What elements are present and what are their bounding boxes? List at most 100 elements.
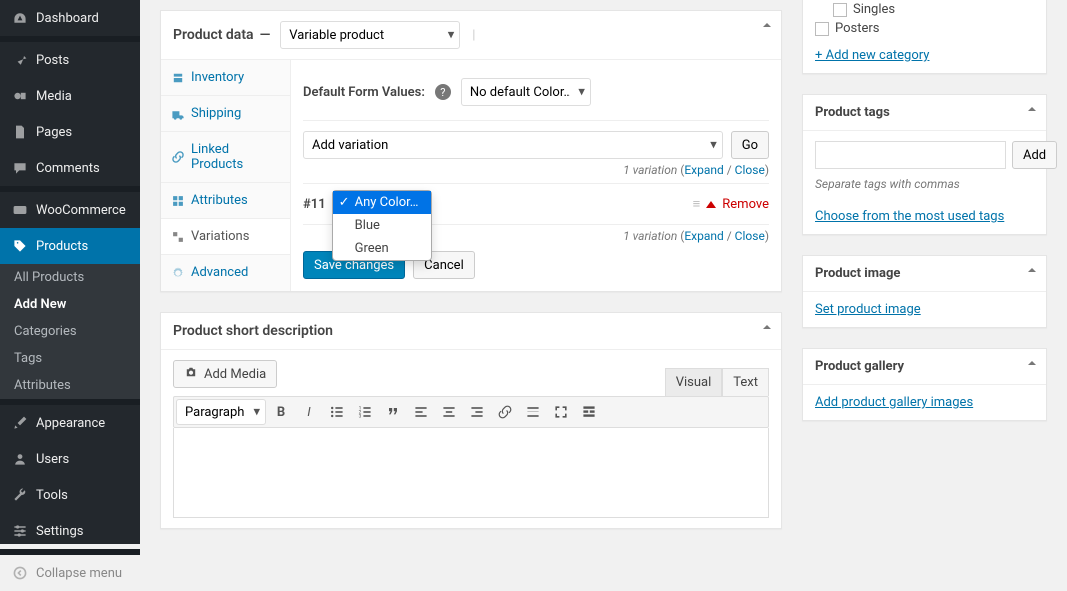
gauge-icon <box>10 8 30 28</box>
dropdown-option-green[interactable]: Green <box>333 237 431 260</box>
woo-icon <box>10 200 30 220</box>
drag-handle-icon[interactable]: ≡ <box>693 196 701 212</box>
variation-color-select[interactable]: Any Color… Blue Green <box>332 190 432 218</box>
close-link[interactable]: Close <box>735 229 765 243</box>
tab-shipping[interactable]: Shipping <box>161 96 290 132</box>
toggle-panel[interactable] <box>1026 264 1038 280</box>
fullscreen-button[interactable] <box>548 399 574 425</box>
tags-input[interactable] <box>815 141 1006 169</box>
toggle-panel[interactable] <box>1026 357 1038 373</box>
set-product-image-link[interactable]: Set product image <box>815 302 921 317</box>
align-center-button[interactable] <box>436 399 462 425</box>
menu-dashboard[interactable]: Dashboard <box>0 0 140 36</box>
menu-label: Products <box>36 239 88 254</box>
category-singles[interactable]: Singles <box>833 0 1034 19</box>
submenu-add-new[interactable]: Add New <box>0 291 140 318</box>
link-button[interactable] <box>492 399 518 425</box>
category-label: Singles <box>853 2 895 17</box>
menu-label: Comments <box>36 161 100 176</box>
quote-button[interactable] <box>380 399 406 425</box>
menu-media[interactable]: Media <box>0 78 140 114</box>
camera-icon <box>184 365 198 383</box>
inventory-icon <box>171 71 185 85</box>
close-link[interactable]: Close <box>735 163 765 177</box>
toggle-panel[interactable] <box>1026 103 1038 119</box>
dropdown-option-any[interactable]: Any Color… <box>333 191 431 214</box>
user-icon <box>10 449 30 469</box>
menu-appearance[interactable]: Appearance <box>0 405 140 441</box>
help-icon[interactable]: ? <box>435 84 451 100</box>
menu-users[interactable]: Users <box>0 441 140 477</box>
checkbox[interactable] <box>815 22 829 36</box>
go-button[interactable]: Go <box>731 131 769 159</box>
add-category-link[interactable]: + Add new category <box>815 48 929 63</box>
toolbar-toggle-button[interactable] <box>576 399 602 425</box>
tab-label: Inventory <box>191 70 244 85</box>
tab-linked[interactable]: Linked Products <box>161 132 290 183</box>
tab-label: Linked Products <box>191 142 280 172</box>
add-tag-button[interactable]: Add <box>1012 141 1057 169</box>
tab-advanced[interactable]: Advanced <box>161 255 290 290</box>
submenu-all-products[interactable]: All Products <box>0 264 140 291</box>
editor-toolbar: Paragraph ▾ B I 123 <box>173 396 769 428</box>
menu-posts[interactable]: Posts <box>0 42 140 78</box>
expand-link[interactable]: Expand <box>684 229 723 243</box>
product-data-panel: Product data — Variable product ▾ | <box>160 10 782 292</box>
menu-products[interactable]: Products <box>0 228 140 264</box>
submenu-attributes[interactable]: Attributes <box>0 372 140 399</box>
menu-label: Users <box>36 452 69 467</box>
tab-attributes[interactable]: Attributes <box>161 183 290 219</box>
default-form-label: Default Form Values: <box>303 85 425 100</box>
menu-pages[interactable]: Pages <box>0 114 140 150</box>
truck-icon <box>171 107 185 121</box>
pin-icon <box>10 50 30 70</box>
variation-id: #11 <box>303 197 326 212</box>
dropdown-option-blue[interactable]: Blue <box>333 214 431 237</box>
add-variation-select[interactable]: Add variation <box>303 131 723 159</box>
visual-tab[interactable]: Visual <box>665 368 723 396</box>
align-right-button[interactable] <box>464 399 490 425</box>
product-gallery-panel: Product gallery Add product gallery imag… <box>802 348 1047 421</box>
align-left-button[interactable] <box>408 399 434 425</box>
brush-icon <box>10 413 30 433</box>
expand-variation-icon[interactable] <box>706 201 716 208</box>
collapse-menu[interactable]: Collapse menu <box>0 555 140 591</box>
expand-link[interactable]: Expand <box>684 163 723 177</box>
menu-label: Pages <box>36 125 72 140</box>
menu-label: Dashboard <box>36 11 99 26</box>
menu-label: Settings <box>36 524 83 539</box>
bullet-list-button[interactable] <box>324 399 350 425</box>
toggle-panel[interactable] <box>761 321 773 337</box>
dash: — <box>260 27 271 43</box>
default-color-select[interactable]: No default Color… <box>461 78 591 106</box>
menu-label: Posts <box>36 53 69 68</box>
number-list-button[interactable]: 123 <box>352 399 378 425</box>
toggle-panel[interactable] <box>761 19 773 35</box>
editor-canvas[interactable] <box>173 428 769 518</box>
bold-button[interactable]: B <box>268 399 294 425</box>
tab-inventory[interactable]: Inventory <box>161 60 290 96</box>
paragraph-select[interactable]: Paragraph <box>176 399 266 425</box>
tab-label: Shipping <box>191 106 241 121</box>
italic-button[interactable]: I <box>296 399 322 425</box>
panel-title: Product short description <box>173 323 333 339</box>
add-gallery-images-link[interactable]: Add product gallery images <box>815 395 973 410</box>
submenu-tags[interactable]: Tags <box>0 345 140 372</box>
text-tab[interactable]: Text <box>722 368 769 396</box>
choose-tags-link[interactable]: Choose from the most used tags <box>815 209 1004 224</box>
submenu-categories[interactable]: Categories <box>0 318 140 345</box>
add-media-button[interactable]: Add Media <box>173 360 277 388</box>
page-icon <box>10 122 30 142</box>
menu-comments[interactable]: Comments <box>0 150 140 186</box>
product-data-header: Product data — Variable product ▾ | <box>161 11 781 60</box>
tab-variations[interactable]: Variations <box>161 219 290 255</box>
category-posters[interactable]: Posters <box>815 19 1034 38</box>
checkbox[interactable] <box>833 3 847 17</box>
menu-tools[interactable]: Tools <box>0 477 140 513</box>
gear-icon <box>171 266 185 280</box>
variation-count-top: 1 variation (Expand / Close) <box>303 159 769 177</box>
menu-woocommerce[interactable]: WooCommerce <box>0 192 140 228</box>
product-type-select[interactable]: Variable product <box>280 21 460 49</box>
readmore-button[interactable] <box>520 399 546 425</box>
remove-variation-link[interactable]: Remove <box>722 197 769 212</box>
